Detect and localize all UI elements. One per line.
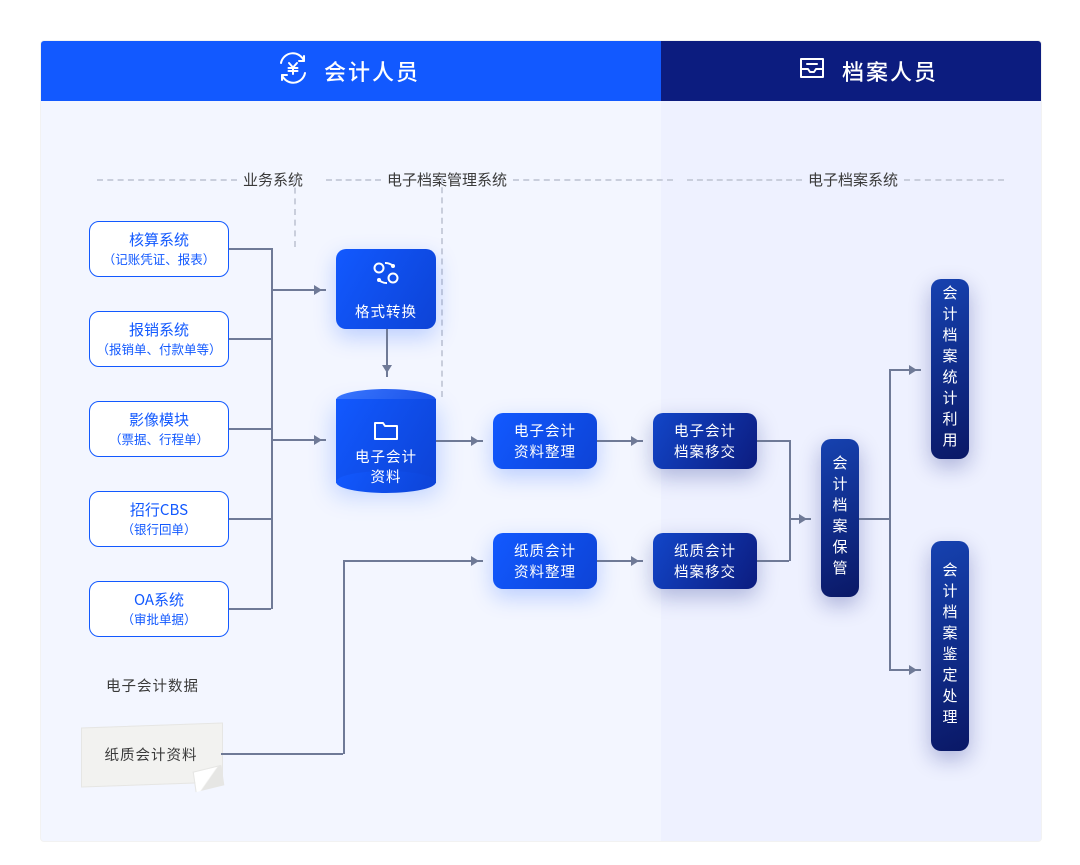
source-title: 招行CBS: [130, 500, 188, 520]
section-label-eas-text: 电子档案系统: [808, 169, 898, 190]
conn: [343, 560, 483, 562]
source-title: 报销系统: [129, 320, 189, 340]
l2: 档案移交: [674, 441, 736, 462]
node-keep: 会计档案保管: [821, 439, 859, 597]
source-sub: （报销单、付款单等）: [96, 341, 221, 358]
source-sub: （记账凭证、报表）: [103, 251, 216, 268]
refresh-yen-icon: [276, 51, 310, 92]
conn: [859, 518, 889, 520]
l1: 纸质会计: [674, 540, 736, 561]
source-sub: （票据、行程单）: [109, 431, 209, 448]
source-title: OA系统: [134, 590, 184, 610]
conn: [221, 753, 343, 755]
paper-note: 纸质会计资料: [81, 725, 221, 783]
source-image: 影像模块 （票据、行程单）: [89, 401, 229, 457]
l2: 档案移交: [674, 561, 736, 582]
l1: 纸质会计: [514, 540, 576, 561]
header-left-label: 会计人员: [324, 55, 420, 87]
diagram-canvas: 会计人员 档案人员 业务系统 电子档案管理系统 电子档案系统: [40, 40, 1042, 842]
node-e-transfer: 电子会计 档案移交: [653, 413, 757, 469]
node-stat: 会计档案统计利用: [931, 279, 969, 459]
source-accounting: 核算系统 （记账凭证、报表）: [89, 221, 229, 277]
source-sub: （银行回单）: [121, 521, 196, 538]
section-label-eas: 电子档案系统: [681, 169, 1010, 190]
l2: 资料整理: [514, 561, 576, 582]
sources-group-label: 电子会计数据: [106, 675, 199, 696]
conn: [789, 440, 791, 561]
source-reimburse: 报销系统 （报销单、付款单等）: [89, 311, 229, 367]
dashed-sep-2: [441, 177, 443, 397]
conn: [757, 560, 789, 562]
node-p-sort: 纸质会计 资料整理: [493, 533, 597, 589]
l2: 资料整理: [514, 441, 576, 462]
node-p-transfer: 纸质会计 档案移交: [653, 533, 757, 589]
header: 会计人员 档案人员: [41, 41, 1041, 101]
db-line1: 电子会计: [355, 446, 417, 467]
node-db-eacct: 电子会计 资料: [336, 389, 436, 493]
section-label-biz: 业务系统: [91, 169, 309, 190]
convert-icon: [369, 256, 403, 296]
db-line2: 资料: [371, 466, 402, 487]
header-right-title: 档案人员: [796, 41, 938, 101]
node-dispose: 会计档案鉴定处理: [931, 541, 969, 751]
conn: [229, 518, 271, 520]
conn: [757, 440, 789, 442]
folder-icon: [373, 419, 399, 441]
node-format-convert: 格式转换: [336, 249, 436, 329]
source-sub: （审批单据）: [121, 611, 196, 628]
source-title: 影像模块: [129, 410, 189, 430]
l1: 电子会计: [674, 420, 736, 441]
conn: [229, 428, 271, 430]
header-left-title: 会计人员: [276, 41, 420, 101]
header-right-label: 档案人员: [842, 55, 938, 87]
source-cbs: 招行CBS （银行回单）: [89, 491, 229, 547]
dashed-sep-1: [294, 177, 296, 247]
conn: [229, 248, 271, 250]
conn: [271, 248, 273, 609]
conn: [229, 338, 271, 340]
section-label-edms: 电子档案管理系统: [320, 169, 679, 190]
node-format-label: 格式转换: [355, 301, 417, 322]
inbox-icon: [796, 52, 828, 91]
source-oa: OA系统 （审批单据）: [89, 581, 229, 637]
conn: [889, 369, 891, 669]
source-title: 核算系统: [129, 230, 189, 250]
conn: [343, 560, 345, 754]
conn: [229, 608, 271, 610]
section-label-edms-text: 电子档案管理系统: [387, 169, 507, 190]
node-e-sort: 电子会计 资料整理: [493, 413, 597, 469]
l1: 电子会计: [514, 420, 576, 441]
